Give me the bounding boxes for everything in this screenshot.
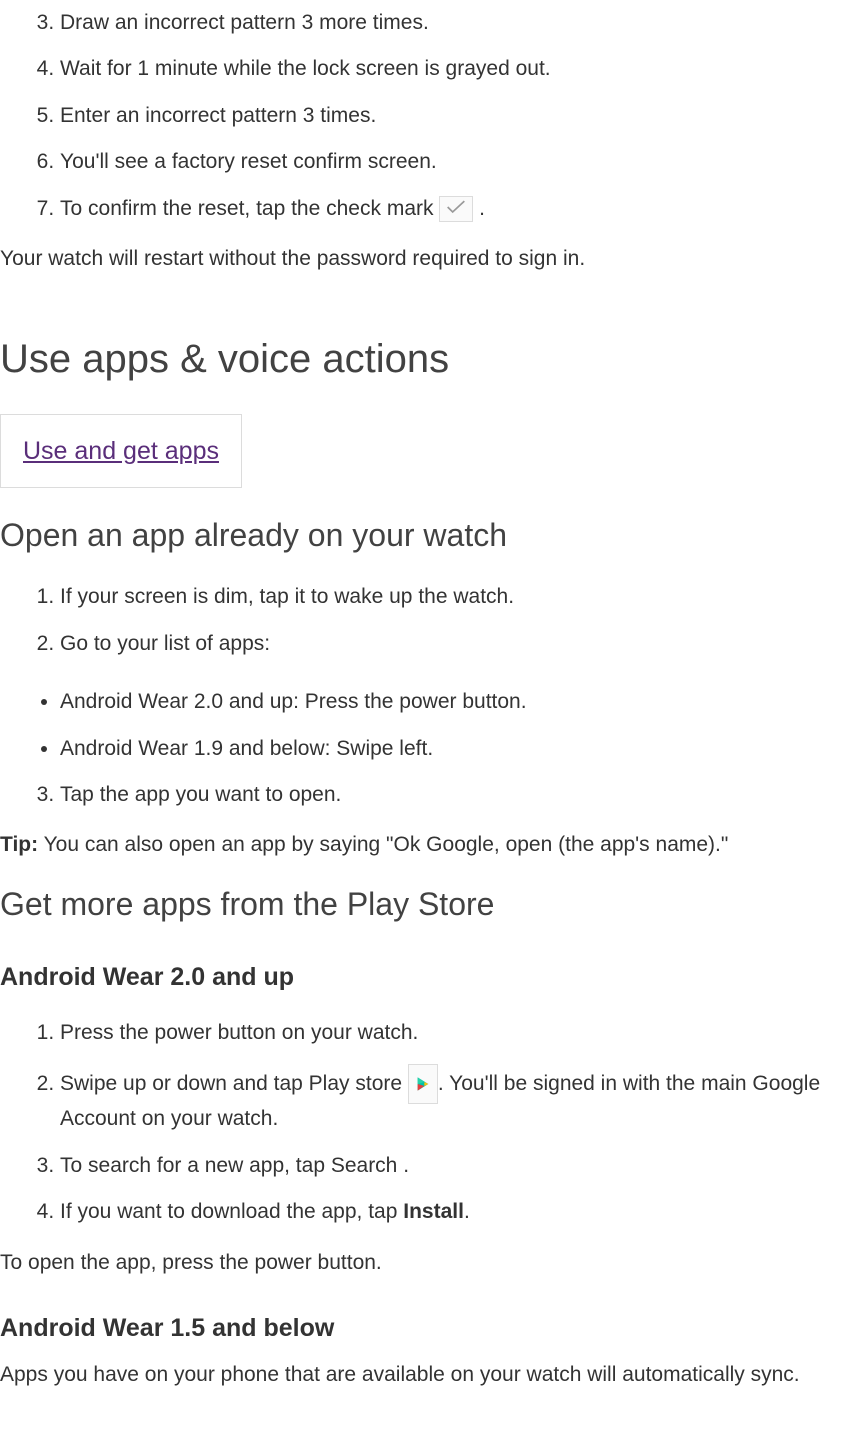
list-text: Android Wear 2.0 and up: Press the power…	[60, 690, 527, 713]
heading-get-more-apps: Get more apps from the Play Store	[0, 881, 860, 927]
list-text-prefix: If you want to download the app, tap	[60, 1200, 403, 1223]
play-store-icon	[408, 1064, 438, 1104]
use-and-get-apps-link[interactable]: Use and get apps	[23, 437, 219, 465]
paragraph-text: Apps you have on your phone that are ava…	[0, 1363, 800, 1386]
use-and-get-apps-box[interactable]: Use and get apps	[0, 414, 242, 488]
bullet-list-app-versions: Android Wear 2.0 and up: Press the power…	[0, 679, 860, 772]
list-item: Android Wear 1.9 and below: Swipe left.	[60, 726, 860, 772]
heading-use-apps-voice: Use apps & voice actions	[0, 330, 860, 388]
ordered-list-open-app: If your screen is dim, tap it to wake up…	[0, 574, 860, 667]
ordered-list-get-apps-20: Press the power button on your watch. Sw…	[0, 1010, 860, 1236]
paragraph: To open the app, press the power button.	[0, 1248, 860, 1278]
list-text-prefix: Swipe up or down and tap Play store	[60, 1072, 408, 1095]
heading-open-app: Open an app already on your watch	[0, 512, 860, 558]
list-item: Wait for 1 minute while the lock screen …	[60, 46, 860, 92]
paragraph: Apps you have on your phone that are ava…	[0, 1360, 860, 1390]
heading-android-wear-20: Android Wear 2.0 and up	[0, 959, 860, 995]
list-text: Wait for 1 minute while the lock screen …	[60, 57, 551, 80]
list-item: Go to your list of apps:	[60, 621, 860, 667]
list-item: Draw an incorrect pattern 3 more times.	[60, 0, 860, 46]
list-text: Go to your list of apps:	[60, 632, 270, 655]
list-item: If your screen is dim, tap it to wake up…	[60, 574, 860, 620]
ordered-list-factory-reset: Draw an incorrect pattern 3 more times. …	[0, 0, 860, 232]
tip-label: Tip:	[0, 833, 38, 856]
list-text: If your screen is dim, tap it to wake up…	[60, 585, 514, 608]
tip-paragraph: Tip: You can also open an app by saying …	[0, 830, 860, 860]
list-text: Draw an incorrect pattern 3 more times.	[60, 11, 429, 34]
list-text-suffix: .	[403, 1154, 409, 1177]
list-text: Enter an incorrect pattern 3 times.	[60, 104, 376, 127]
list-text-prefix: To search for a new app, tap Search	[60, 1154, 403, 1177]
list-text: You'll see a factory reset confirm scree…	[60, 150, 437, 173]
tip-text: You can also open an app by saying "Ok G…	[38, 833, 728, 856]
paragraph: Your watch will restart without the pass…	[0, 244, 860, 274]
list-item: If you want to download the app, tap Ins…	[60, 1189, 860, 1235]
list-item: Android Wear 2.0 and up: Press the power…	[60, 679, 860, 725]
list-text-prefix: To confirm the reset, tap the check mark	[60, 197, 439, 220]
list-item: To confirm the reset, tap the check mark…	[60, 186, 860, 232]
heading-android-wear-15: Android Wear 1.5 and below	[0, 1310, 860, 1346]
ordered-list-open-app-cont: Tap the app you want to open.	[0, 772, 860, 818]
list-text: Press the power button on your watch.	[60, 1021, 418, 1044]
list-item: Swipe up or down and tap Play store . Yo…	[60, 1056, 860, 1143]
check-mark-icon	[439, 196, 473, 222]
paragraph-text: Your watch will restart without the pass…	[0, 247, 585, 270]
list-item: Press the power button on your watch.	[60, 1010, 860, 1056]
list-text: Android Wear 1.9 and below: Swipe left.	[60, 737, 433, 760]
list-item: Tap the app you want to open.	[60, 772, 860, 818]
list-text-suffix: .	[464, 1200, 470, 1223]
install-label: Install	[403, 1200, 464, 1223]
list-item: To search for a new app, tap Search .	[60, 1143, 860, 1189]
list-text: Tap the app you want to open.	[60, 783, 341, 806]
paragraph-text: To open the app, press the power button.	[0, 1251, 382, 1274]
list-item: You'll see a factory reset confirm scree…	[60, 139, 860, 185]
list-item: Enter an incorrect pattern 3 times.	[60, 93, 860, 139]
list-text-suffix: .	[479, 197, 485, 220]
